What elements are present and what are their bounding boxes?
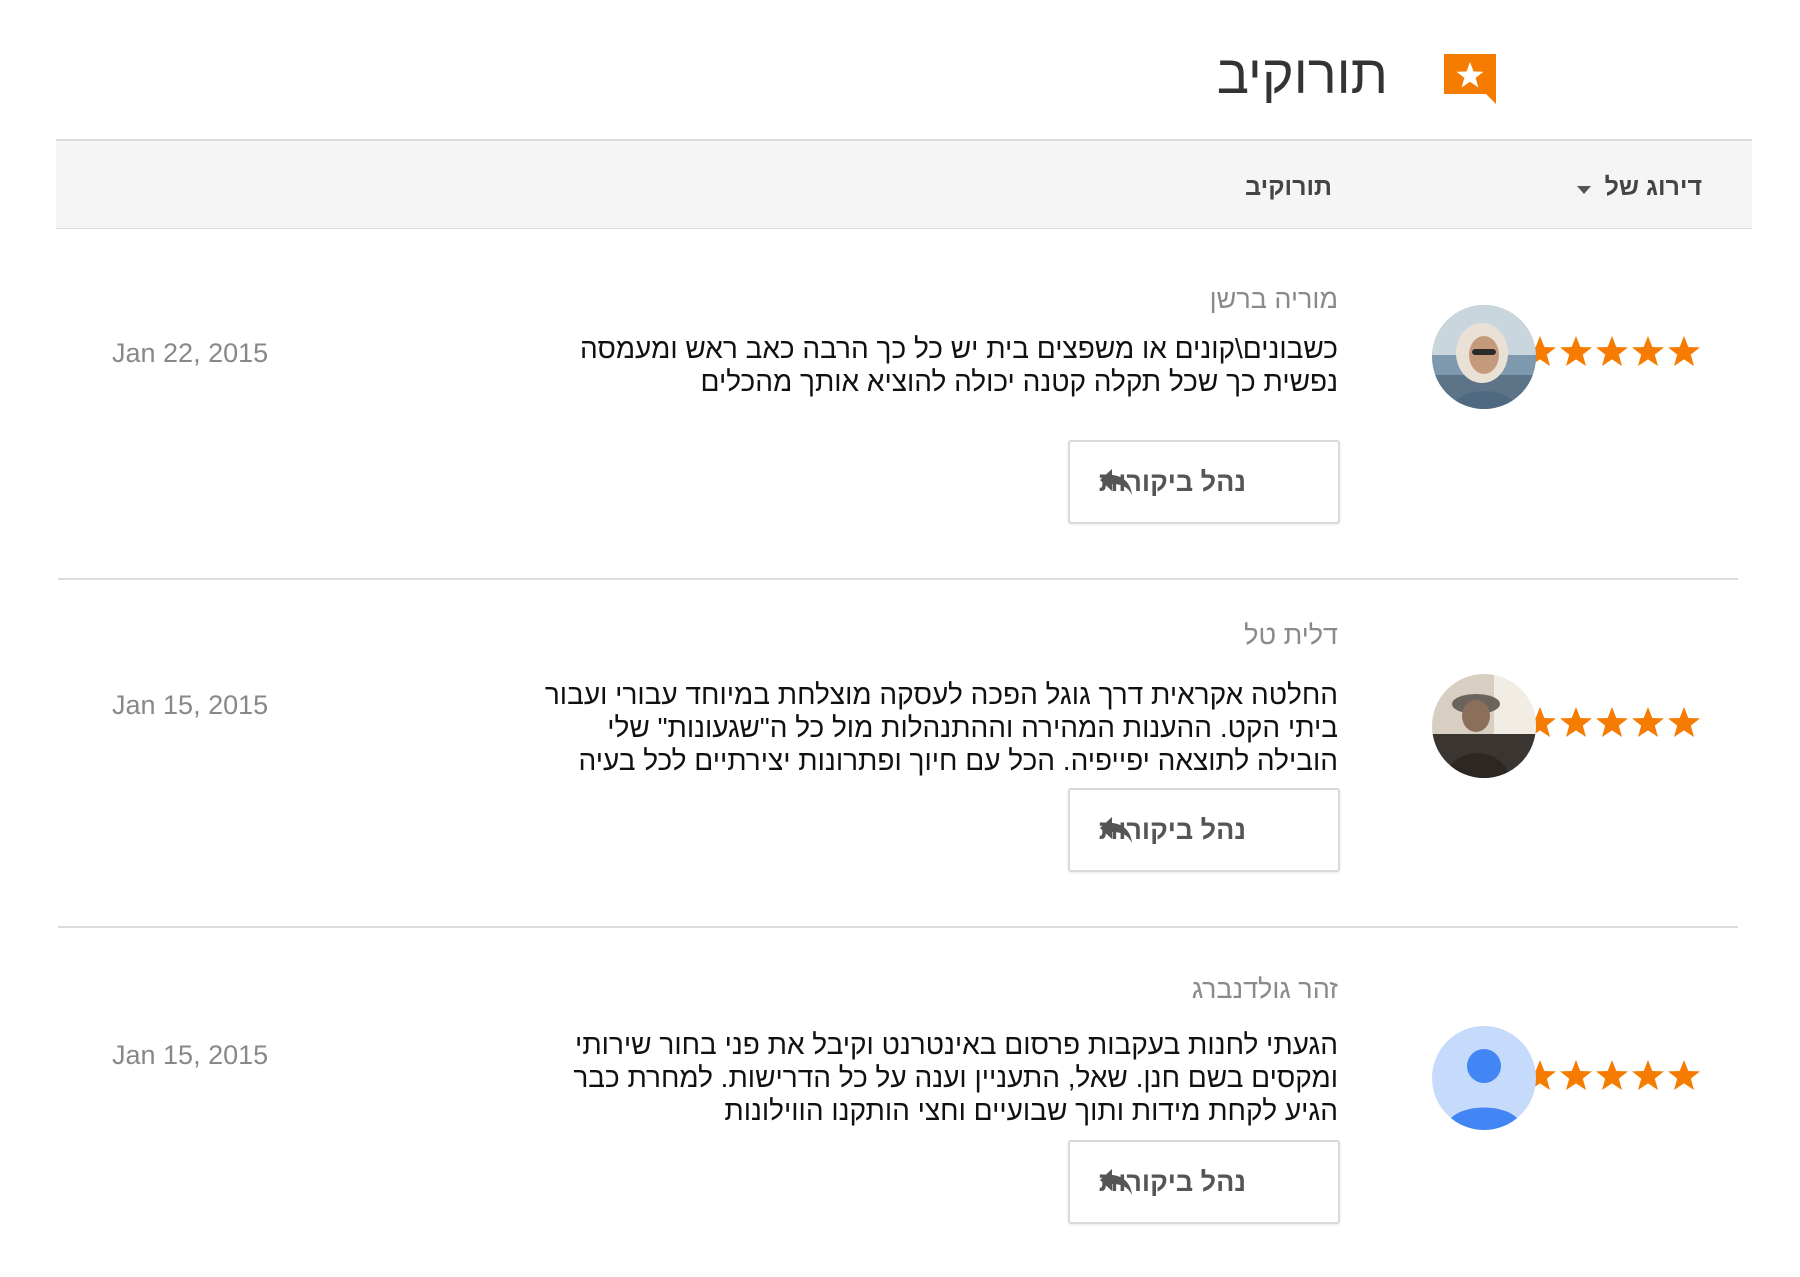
manage-reviews-button[interactable]: נהל ביקורות — [1068, 788, 1340, 872]
rating-stars — [1522, 1058, 1702, 1094]
review-item: מוריה ברשן כשבונים\קונים או משפצים בית י… — [58, 232, 1738, 580]
star-icon — [1632, 1060, 1664, 1090]
star-icon — [1596, 707, 1628, 737]
star-icon — [1560, 336, 1592, 366]
button-label: נהל ביקורות — [1098, 466, 1246, 497]
review-date: Jan 15, 2015 — [112, 690, 269, 720]
star-icon — [1668, 1060, 1700, 1090]
avatar — [1432, 1026, 1536, 1130]
dropdown-arrow-icon[interactable] — [1576, 185, 1591, 194]
star-icon — [1560, 707, 1592, 737]
reviewer-name: זהר גולדנברג — [1191, 974, 1338, 1004]
star-icon — [1632, 707, 1664, 737]
star-icon — [1668, 707, 1700, 737]
reviewer-name: מוריה ברשן — [1209, 284, 1338, 314]
star-icon — [1632, 336, 1664, 366]
reviewer-name: דלית טל — [1244, 620, 1338, 650]
default-user-icon — [1432, 1026, 1536, 1130]
review-item: דלית טל החלטה אקראית דרך גוגל הפכה לעסקה… — [58, 580, 1738, 928]
rating-stars — [1522, 705, 1702, 741]
reviews-column-header: תורוקיב — [1245, 173, 1332, 201]
review-text: החלטה אקראית דרך גוגל הפכה לעסקה מוצלחת … — [544, 679, 1338, 776]
sort-label: דירוג של — [1604, 173, 1702, 201]
manage-reviews-button[interactable]: נהל ביקורות — [1068, 440, 1340, 524]
star-icon — [1668, 336, 1700, 366]
review-text: הגעתי לחנות בעקבות פרסום באינטרנט וקיבל … — [573, 1029, 1338, 1126]
table-header: דירוג של תורוקיב — [56, 139, 1752, 229]
review-star-icon — [1444, 54, 1496, 104]
rating-stars — [1522, 334, 1702, 370]
button-label: נהל ביקורות — [1098, 814, 1246, 845]
avatar — [1432, 674, 1536, 778]
star-icon — [1596, 336, 1628, 366]
review-text: כשבונים\קונים או משפצים בית יש כל כך הרב… — [579, 333, 1338, 397]
sort-by-rating[interactable]: דירוג של — [1576, 173, 1702, 202]
button-label: נהל ביקורות — [1098, 1166, 1246, 1197]
review-date: Jan 15, 2015 — [112, 1040, 269, 1070]
star-icon — [1560, 1060, 1592, 1090]
avatar — [1432, 305, 1536, 409]
page-header: תורוקיב — [55, 40, 1500, 110]
review-item: זהר גולדנברג הגעתי לחנות בעקבות פרסום בא… — [58, 928, 1738, 1277]
star-icon — [1596, 1060, 1628, 1090]
review-date: Jan 22, 2015 — [112, 338, 269, 368]
page-title: תורוקיב — [1216, 45, 1388, 105]
manage-reviews-button[interactable]: נהל ביקורות — [1068, 1140, 1340, 1224]
